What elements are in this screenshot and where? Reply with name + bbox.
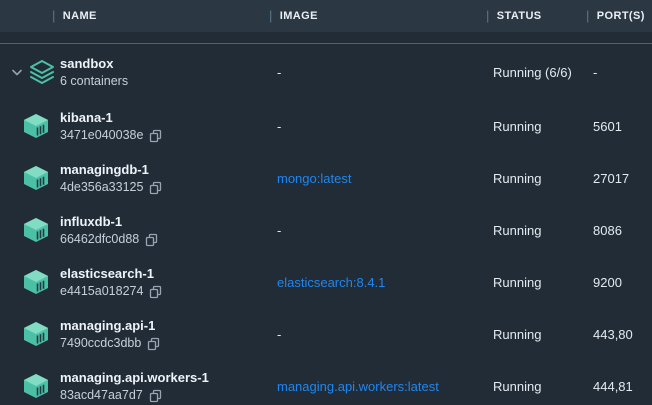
table-row-kibana-1[interactable]: kibana-1 3471e040038e - Running 5601 [0,100,652,152]
copy-icon[interactable] [149,129,163,143]
image-cell: - [269,119,486,134]
container-icon [22,165,50,191]
name-cell: managingdb-1 4de356a33125 [60,161,269,196]
copy-icon[interactable] [149,389,163,403]
container-id: 83acd47aa7d7 [60,387,143,404]
name-cell: sandbox 6 containers [60,55,269,90]
status-cell: Running [486,171,586,186]
container-icon [22,321,50,347]
ports-cell: 444,81 [586,379,652,394]
ports-cell: - [586,65,652,80]
ports-cell: 27017 [586,171,652,186]
row-gutter [0,360,60,405]
table-row-sandbox[interactable]: sandbox 6 containers - Running (6/6) - [0,43,652,100]
table-header: | NAME | IMAGE | STATUS | PORT(S) [0,0,652,32]
container-name[interactable]: elasticsearch-1 [60,265,269,283]
container-id: 7490ccdc3dbb [60,335,141,352]
column-header-name[interactable]: | NAME [52,9,269,24]
image-cell: elasticsearch:8.4.1 [269,275,486,290]
stack-icon [29,59,55,85]
table-row-influxdb-1[interactable]: influxdb-1 66462dfc0d88 - Running 8086 [0,204,652,256]
name-cell: kibana-1 3471e040038e [60,109,269,144]
containers-table: | NAME | IMAGE | STATUS | PORT(S) [0,0,652,405]
image-cell: managing.api.workers:latest [269,379,486,394]
row-gutter [0,44,60,100]
container-icon [22,269,50,295]
copy-icon[interactable] [149,285,163,299]
ports-cell: 8086 [586,223,652,238]
column-divider: | [586,8,590,23]
copy-icon[interactable] [149,181,163,195]
ports-cell: 443,80 [586,327,652,342]
container-name[interactable]: sandbox [60,55,269,73]
column-header-ports-label: PORT(S) [597,10,645,22]
column-divider: | [52,8,56,23]
image-link[interactable]: elasticsearch:8.4.1 [277,275,385,290]
container-id: e4415a018274 [60,283,143,300]
status-cell: Running [486,275,586,290]
table-row-managing-api-1[interactable]: managing.api-1 7490ccdc3dbb - Running 44… [0,308,652,360]
image-cell: - [269,327,486,342]
container-name[interactable]: managing.api-1 [60,317,269,335]
name-cell: influxdb-1 66462dfc0d88 [60,213,269,248]
container-icon [22,217,50,243]
column-header-ports[interactable]: | PORT(S) [586,9,652,24]
container-name[interactable]: managing.api.workers-1 [60,369,269,387]
column-header-status[interactable]: | STATUS [486,9,586,24]
column-divider: | [269,8,273,23]
image-link[interactable]: managing.api.workers:latest [277,379,439,394]
container-name[interactable]: managingdb-1 [60,161,269,179]
name-cell: managing.api.workers-1 83acd47aa7d7 [60,369,269,404]
ports-cell: 5601 [586,119,652,134]
container-icon [22,373,50,399]
status-cell: Running (6/6) [486,65,586,80]
table-body: sandbox 6 containers - Running (6/6) - k… [0,32,652,405]
container-name[interactable]: kibana-1 [60,109,269,127]
image-link[interactable]: mongo:latest [277,171,351,186]
container-name[interactable]: influxdb-1 [60,213,269,231]
row-gutter [0,308,60,360]
container-id: 66462dfc0d88 [60,231,139,248]
status-cell: Running [486,223,586,238]
container-icon [22,113,50,139]
copy-icon[interactable] [147,337,161,351]
name-cell: elasticsearch-1 e4415a018274 [60,265,269,300]
column-header-image-label: IMAGE [280,10,318,22]
status-cell: Running [486,379,586,394]
table-row-managing-api-workers-1[interactable]: managing.api.workers-1 83acd47aa7d7 mana… [0,360,652,405]
column-divider: | [486,8,490,23]
chevron-down-icon[interactable] [12,69,22,76]
container-subtext: 6 containers [60,73,128,90]
name-cell: managing.api-1 7490ccdc3dbb [60,317,269,352]
table-row-managingdb-1[interactable]: managingdb-1 4de356a33125 mongo:latest R… [0,152,652,204]
container-id: 4de356a33125 [60,179,143,196]
column-header-image[interactable]: | IMAGE [269,9,486,24]
ports-cell: 9200 [586,275,652,290]
status-cell: Running [486,119,586,134]
column-header-status-label: STATUS [497,10,542,22]
row-gutter [0,100,60,152]
image-cell: - [269,65,486,80]
row-gutter [0,204,60,256]
image-cell: - [269,223,486,238]
copy-icon[interactable] [145,233,159,247]
row-gutter [0,152,60,204]
image-cell: mongo:latest [269,171,486,186]
row-gutter [0,256,60,308]
container-id: 3471e040038e [60,127,143,144]
status-cell: Running [486,327,586,342]
column-header-name-label: NAME [63,10,97,22]
table-row-elasticsearch-1[interactable]: elasticsearch-1 e4415a018274 elasticsear… [0,256,652,308]
